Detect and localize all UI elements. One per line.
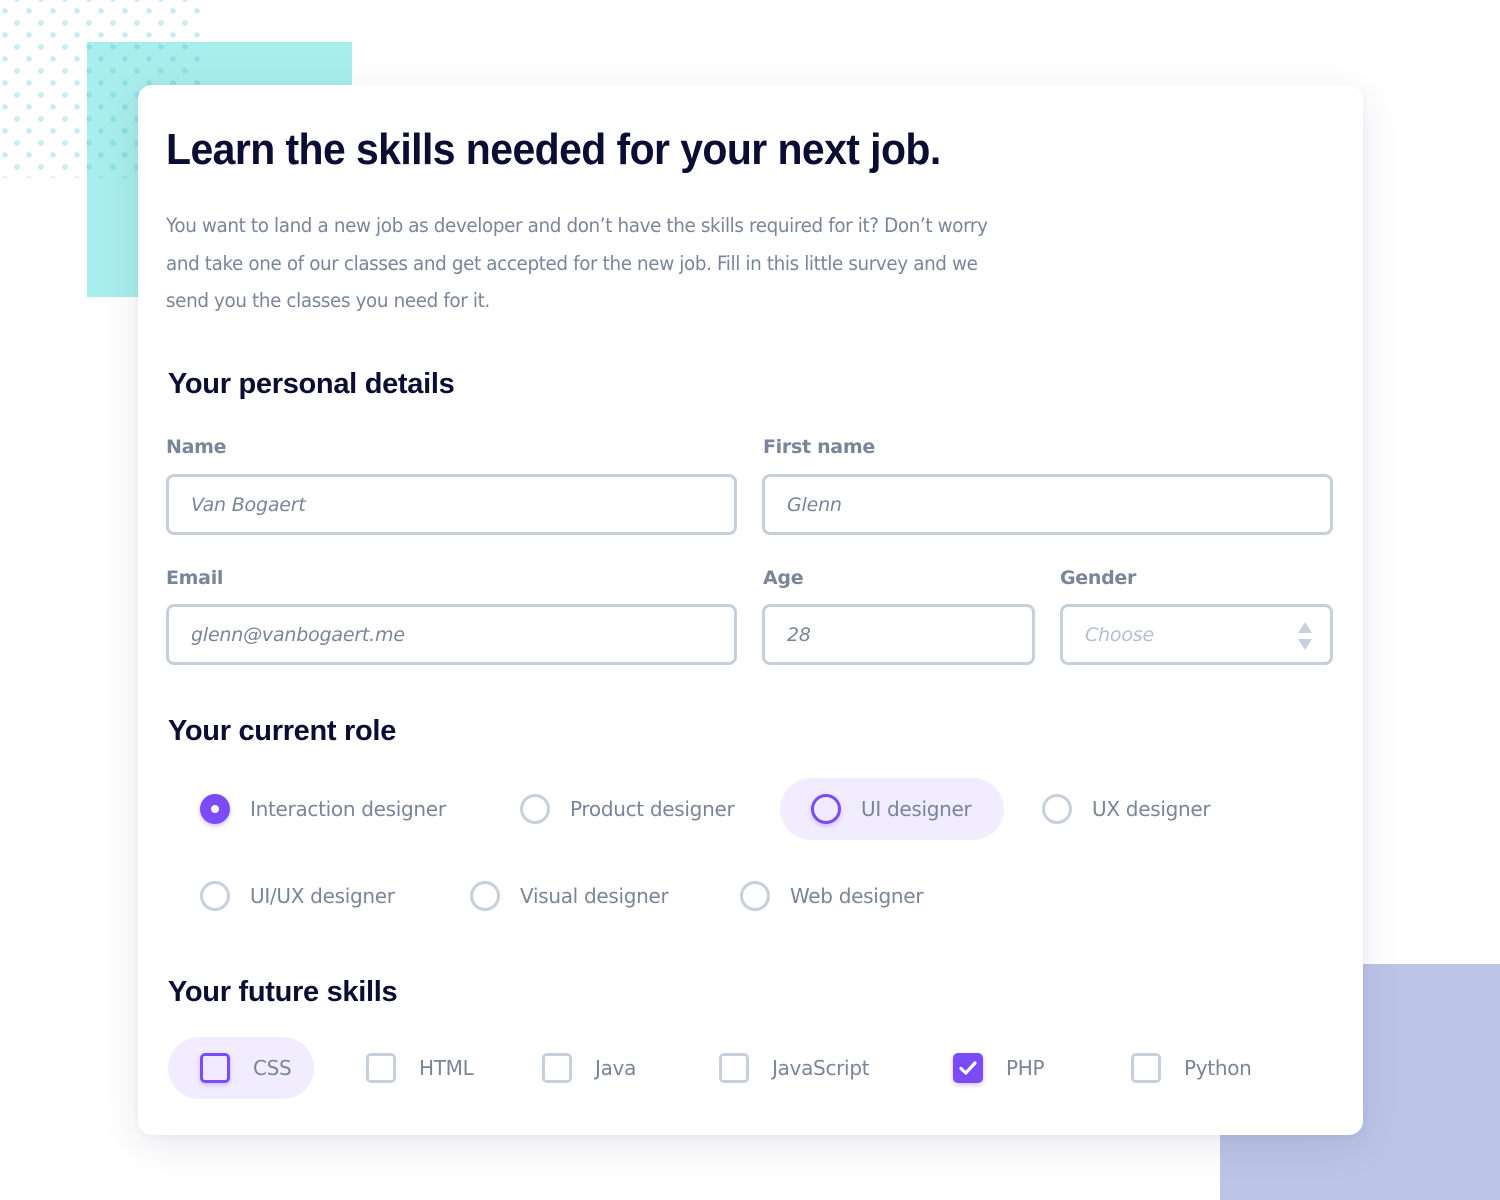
skill-option-javascript[interactable]: JavaScript bbox=[719, 1037, 870, 1099]
checkmark-icon bbox=[959, 1061, 977, 1075]
up-down-arrows-icon bbox=[1298, 620, 1312, 652]
checkbox-unchecked-icon[interactable] bbox=[719, 1053, 749, 1083]
intro-line: send you the classes you need for it. bbox=[166, 289, 490, 312]
age-input[interactable] bbox=[765, 607, 1032, 662]
radio-checked-icon[interactable] bbox=[200, 794, 230, 824]
age-label: Age bbox=[763, 567, 804, 589]
first-name-field-wrapper bbox=[762, 474, 1333, 535]
intro-line: and take one of our classes and get acce… bbox=[166, 251, 978, 275]
skill-option-php[interactable]: PHP bbox=[953, 1037, 1045, 1099]
intro-text: You want to land a new job as developer … bbox=[166, 207, 1087, 320]
gender-select-placeholder: Choose bbox=[1085, 623, 1154, 646]
skill-option-label: Python bbox=[1184, 1056, 1252, 1080]
skill-option-label: CSS bbox=[253, 1056, 292, 1080]
role-option-label: Visual designer bbox=[520, 884, 669, 908]
name-input[interactable] bbox=[169, 477, 734, 532]
role-option-ux-designer[interactable]: UX designer bbox=[1042, 778, 1211, 840]
skill-option-java[interactable]: Java bbox=[542, 1037, 636, 1099]
role-option-label: Web designer bbox=[790, 884, 924, 908]
gender-label: Gender bbox=[1060, 567, 1137, 589]
radio-unchecked-icon[interactable] bbox=[200, 881, 230, 911]
radio-unchecked-icon[interactable] bbox=[1042, 794, 1072, 824]
survey-card: Learn the skills needed for your next jo… bbox=[138, 85, 1363, 1135]
checkbox-unchecked-icon[interactable] bbox=[1131, 1053, 1161, 1083]
role-option-interaction-designer[interactable]: Interaction designer bbox=[200, 778, 446, 840]
skill-option-python[interactable]: Python bbox=[1131, 1037, 1252, 1099]
role-option-ui-designer[interactable]: UI designer bbox=[780, 778, 1004, 840]
name-label: Name bbox=[166, 436, 227, 458]
checkbox-focused-icon[interactable] bbox=[200, 1053, 230, 1083]
intro-line: You want to land a new job as developer … bbox=[166, 214, 988, 237]
name-field-wrapper bbox=[166, 474, 737, 535]
role-option-label: Product designer bbox=[570, 797, 735, 821]
skill-option-label: Java bbox=[595, 1056, 637, 1080]
radio-focused-icon[interactable] bbox=[811, 794, 841, 824]
radio-unchecked-icon[interactable] bbox=[520, 794, 550, 824]
role-option-label: Interaction designer bbox=[250, 797, 446, 821]
checkbox-checked-icon[interactable] bbox=[953, 1053, 983, 1083]
checkbox-unchecked-icon[interactable] bbox=[542, 1053, 572, 1083]
first-name-input[interactable] bbox=[765, 477, 1330, 532]
email-field-wrapper bbox=[166, 604, 737, 665]
page-title: Learn the skills needed for your next jo… bbox=[166, 125, 941, 174]
radio-unchecked-icon[interactable] bbox=[740, 881, 770, 911]
age-field-wrapper bbox=[762, 604, 1035, 665]
email-input[interactable] bbox=[169, 607, 734, 662]
checkbox-unchecked-icon[interactable] bbox=[366, 1053, 396, 1083]
first-name-label: First name bbox=[763, 436, 875, 458]
skill-option-html[interactable]: HTML bbox=[366, 1037, 474, 1099]
role-option-label: UI/UX designer bbox=[250, 884, 395, 908]
role-option-visual-designer[interactable]: Visual designer bbox=[470, 865, 669, 927]
role-option-ui-ux-designer[interactable]: UI/UX designer bbox=[200, 865, 395, 927]
skill-option-label: PHP bbox=[1006, 1056, 1045, 1080]
section-title-current-role: Your current role bbox=[168, 715, 397, 747]
role-option-label: UX designer bbox=[1092, 797, 1211, 821]
section-title-future-skills: Your future skills bbox=[168, 976, 398, 1008]
gender-select[interactable]: Choose bbox=[1060, 604, 1333, 665]
role-option-label: UI designer bbox=[861, 797, 972, 821]
skill-option-label: HTML bbox=[419, 1056, 474, 1080]
skill-option-label: JavaScript bbox=[772, 1056, 870, 1080]
radio-unchecked-icon[interactable] bbox=[470, 881, 500, 911]
role-option-web-designer[interactable]: Web designer bbox=[740, 865, 924, 927]
skill-option-css[interactable]: CSS bbox=[168, 1037, 314, 1099]
section-title-personal-details: Your personal details bbox=[168, 368, 455, 400]
role-option-product-designer[interactable]: Product designer bbox=[520, 778, 735, 840]
email-label: Email bbox=[166, 567, 224, 589]
